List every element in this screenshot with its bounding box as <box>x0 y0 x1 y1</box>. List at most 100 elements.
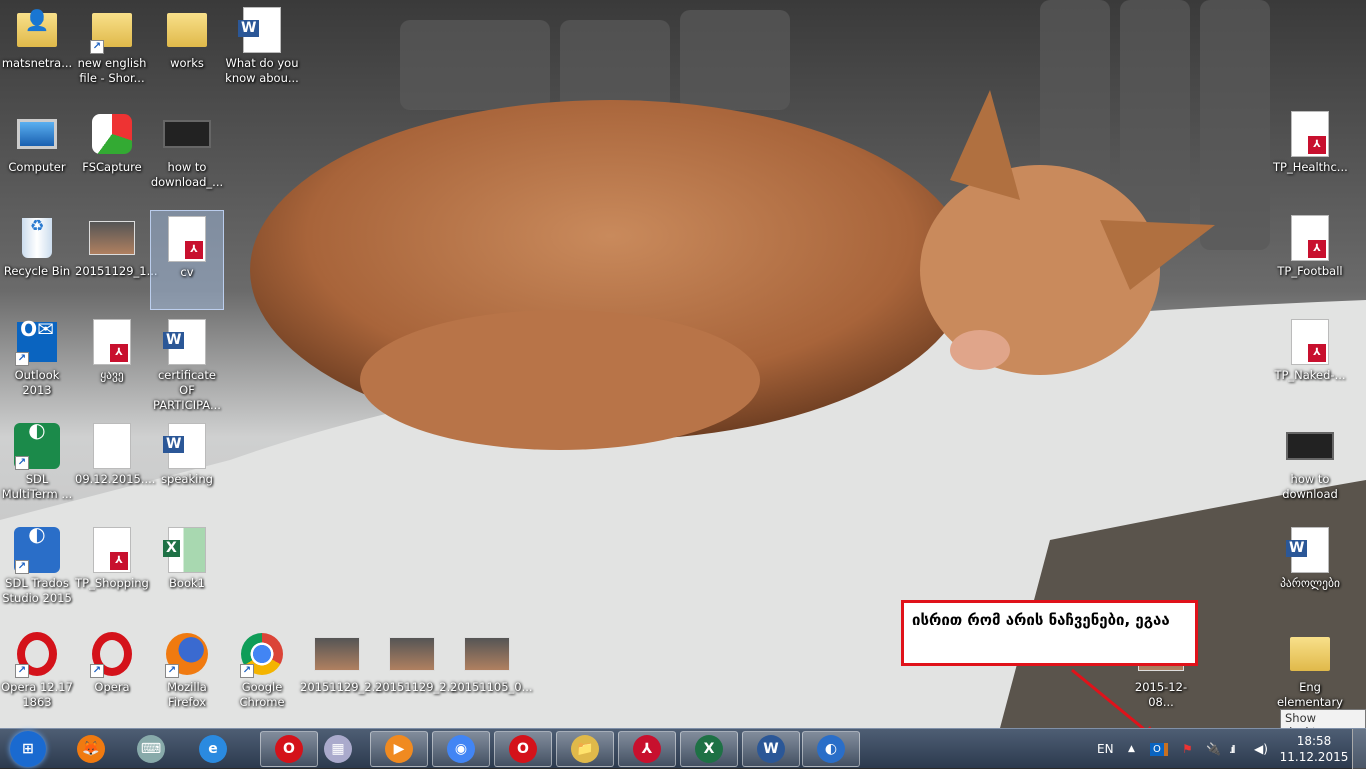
show-hidden-icons-button[interactable]: ▲ <box>1128 729 1135 769</box>
desktop-icon-label: TP_Healthc... <box>1273 160 1348 174</box>
computer-icon <box>13 110 61 158</box>
desktop-icon-label: 20151129_2... <box>375 680 458 694</box>
desktop-icon-blank[interactable]: 09.12.2015.... <box>75 418 155 518</box>
desktop-icon-label: Eng elementary <box>1276 680 1343 709</box>
desktop-icon-label: TP_Shopping <box>75 576 149 590</box>
desktop-icon-photo[interactable]: 20151105_0... <box>450 626 533 726</box>
action-center-flag-icon[interactable]: ⚑ <box>1182 729 1193 769</box>
desktop-icon-folder-user[interactable]: 👤 matsnetra... <box>0 2 74 102</box>
opera-icon: ↗ <box>88 630 136 678</box>
annotation-text: ისრით რომ არის ნაჩვენები, ეგაა <box>912 611 1170 629</box>
taskbar-internet-explorer-button[interactable]: e <box>184 731 242 767</box>
chrome-icon: ↗ <box>238 630 286 678</box>
desktop-icon-video[interactable]: how to download <box>1273 418 1347 518</box>
desktop-icon-folder[interactable]: works <box>150 2 224 102</box>
taskbar-word-button[interactable]: W <box>742 731 800 767</box>
sdl-trados-icon: ◐ <box>817 735 845 763</box>
desktop-icon-label: TP_Naked-... <box>1274 368 1346 382</box>
desktop-icon-outlook[interactable]: O✉ ↗ Outlook 2013 <box>0 314 74 414</box>
desktop-icon-label: 2015-12-08... <box>1134 680 1188 709</box>
desktop-icon-label: Google Chrome <box>239 680 285 709</box>
desktop-icon-sdl-green[interactable]: ◐ ↗ SDL MultiTerm ... <box>0 418 74 518</box>
desktop-icon-label: Book1 <box>169 576 205 590</box>
desktop-icon-label: Opera <box>94 680 130 694</box>
start-button[interactable]: ⊞ <box>0 731 56 767</box>
folder-icon <box>1286 630 1334 678</box>
desktop-icon-label: SDL Trados Studio 2015 <box>2 576 72 605</box>
desktop-icon-label: cv <box>180 265 194 279</box>
shortcut-arrow-icon: ↗ <box>15 456 29 470</box>
shortcut-arrow-icon: ↗ <box>15 352 29 366</box>
taskbar-on-screen-keyboard-button[interactable]: ⌨ <box>122 731 180 767</box>
desktop-icon-word[interactable]: Wპაროლები <box>1273 522 1347 622</box>
desktop-icon-firefox[interactable]: ↗ Mozilla Firefox <box>150 626 224 726</box>
taskbar-chrome-button[interactable]: ◉ <box>432 731 490 767</box>
desktop-icon-pdf[interactable]: ⅄ TP_Shopping <box>75 522 149 622</box>
taskbar: ⊞ 🦊 ⌨ e O ▦ ▶ ◉ O 📁 ⅄ X W ◐ EN ▲ O ⚑ 🔌 .ıll ◀) 18:58 … <box>0 728 1366 769</box>
word-icon: W <box>163 318 211 366</box>
folder-user-icon: 👤 <box>13 6 61 54</box>
desktop-icon-photo[interactable]: 20151129_2... <box>375 626 458 726</box>
desktop-icon-pdf[interactable]: ⅄ TP_Healthc... <box>1273 106 1348 206</box>
word-icon: W <box>757 735 785 763</box>
desktop-icon-word[interactable]: Wcertificate OF PARTICIPA... <box>150 314 224 414</box>
power-icon[interactable]: 🔌 <box>1206 729 1221 769</box>
taskbar-sdl-trados-button[interactable]: ◐ <box>802 731 860 767</box>
desktop-icon-label: works <box>170 56 204 70</box>
desktop-icon-word[interactable]: Wspeaking <box>150 418 224 518</box>
desktop-icon-pdf[interactable]: ⅄ TP_Naked-... <box>1273 314 1347 414</box>
desktop-icon-pdf[interactable]: ⅄ TP_Football <box>1273 210 1347 310</box>
desktop-icon-label: ყავე <box>100 368 124 382</box>
taskbar-windows-explorer-button[interactable]: 📁 <box>556 731 614 767</box>
show-desktop-button[interactable] <box>1352 729 1366 769</box>
language-indicator[interactable]: EN <box>1097 729 1114 769</box>
desktop-icon-opera[interactable]: ↗ Opera <box>75 626 149 726</box>
desktop-icon-recycle[interactable]: ♻ Recycle Bin <box>0 210 74 310</box>
desktop-icon-chrome[interactable]: ↗ Google Chrome <box>225 626 299 726</box>
word-icon: W <box>163 422 211 470</box>
on-screen-keyboard-icon: ⌨ <box>137 735 165 763</box>
opera-icon: ↗ <box>13 630 61 678</box>
clock-date: 11.12.2015 <box>1279 750 1349 764</box>
recycle-icon: ♻ <box>13 214 61 262</box>
sdl-green-icon: ◐ ↗ <box>13 420 61 470</box>
outlook-tray-icon[interactable]: O <box>1150 729 1168 769</box>
desktop-icon-label: TP_Football <box>1277 264 1343 278</box>
pdf-icon: ⅄ <box>88 526 136 574</box>
taskbar-excel-button[interactable]: X <box>680 731 738 767</box>
taskbar-media-player-button[interactable]: ▶ <box>370 731 428 767</box>
desktop-icon-folder[interactable]: ↗ new english file - Shor... <box>75 2 149 102</box>
desktop-icon-label: Recycle Bin <box>3 264 71 278</box>
annotation-box: ისრით რომ არის ნაჩვენები, ეგაა <box>901 600 1198 666</box>
desktop-icon-word[interactable]: W What do you know abou... <box>225 2 299 102</box>
desktop-icon-computer[interactable]: Computer <box>0 106 74 206</box>
desktop-icon-pdf[interactable]: ⅄ cv <box>150 210 224 310</box>
start-icon: ⊞ <box>10 731 46 767</box>
desktop-icon-opera[interactable]: ↗ Opera 12.17 1863 <box>0 626 74 726</box>
desktop-icon-label: speaking <box>161 472 213 486</box>
desktop-icon-pdf[interactable]: ⅄ ყავე <box>75 314 149 414</box>
opera-icon: O <box>509 735 537 763</box>
internet-explorer-icon: e <box>199 735 227 763</box>
desktop-icon-label: certificate OF PARTICIPA... <box>153 368 221 412</box>
desktop-icon-video[interactable]: how to download_... <box>150 106 224 206</box>
taskbar-adobe-reader-button[interactable]: ⅄ <box>618 731 676 767</box>
desktop-icon-fscapture[interactable]: FSCapture <box>75 106 149 206</box>
network-signal-icon[interactable]: .ıll <box>1229 729 1236 769</box>
clock[interactable]: 18:58 11.12.2015 <box>1280 729 1349 769</box>
desktop-icon-label: What do you know abou... <box>225 56 299 85</box>
desktop-icon-label: 20151105_0... <box>450 680 533 694</box>
taskbar-firefox-button[interactable]: 🦊 <box>62 731 120 767</box>
folder-icon: ↗ <box>88 6 136 54</box>
desktop-icon-sdl-blue[interactable]: ◐ ↗ SDL Trados Studio 2015 <box>0 522 74 622</box>
taskbar-opera-button[interactable]: O <box>494 731 552 767</box>
sdl-blue-icon: ◐ ↗ <box>13 524 61 574</box>
desktop-icon-label: SDL MultiTerm ... <box>1 472 73 501</box>
volume-icon[interactable]: ◀) <box>1254 729 1268 769</box>
desktop-icon-excel[interactable]: X Book1 <box>150 522 224 622</box>
taskbar-calculator-button[interactable]: ▦ <box>309 731 367 767</box>
chrome-icon: ◉ <box>447 735 475 763</box>
shortcut-arrow-icon: ↗ <box>240 664 254 678</box>
desktop-icon-photo[interactable]: 20151129_2... <box>300 626 383 726</box>
desktop-icon-photo[interactable]: 20151129_1... <box>75 210 158 310</box>
